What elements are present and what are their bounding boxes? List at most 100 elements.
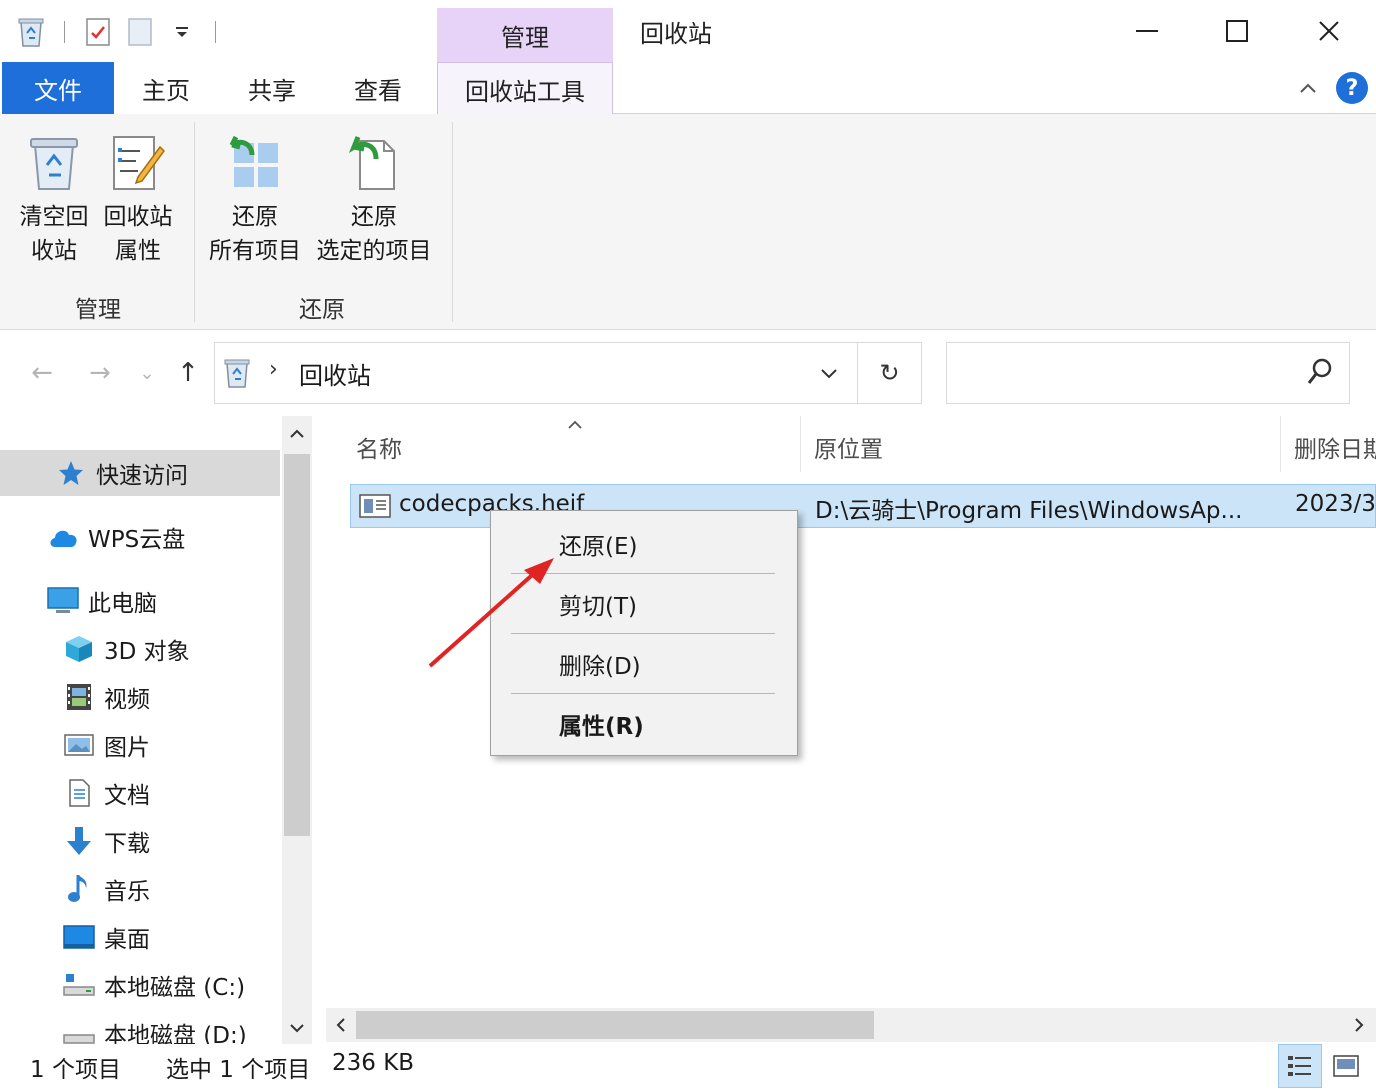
cloud-icon <box>46 520 80 554</box>
empty-recycle-bin-label-1: 清空回 <box>19 204 89 230</box>
file-list-horizontal-scrollbar[interactable] <box>326 1008 1376 1042</box>
new-folder-icon[interactable] <box>123 14 157 50</box>
large-icons-view-button[interactable] <box>1324 1044 1368 1088</box>
nav-item-videos[interactable]: 视频 <box>0 674 280 720</box>
empty-recycle-bin-button[interactable]: 清空回 收站 <box>14 128 94 268</box>
chevron-up-icon <box>1300 83 1316 93</box>
restore-selected-label-1: 还原 <box>351 204 397 230</box>
details-view-button[interactable] <box>1278 1044 1322 1088</box>
chevron-down-icon <box>290 1024 304 1033</box>
nav-item-pictures[interactable]: 图片 <box>0 722 280 768</box>
tab-share[interactable]: 共享 <box>220 62 324 114</box>
star-icon <box>54 456 88 490</box>
nav-item-music[interactable]: 音乐 <box>0 866 280 912</box>
ribbon-group-manage-label: 管理 <box>75 297 121 323</box>
tab-view[interactable]: 查看 <box>326 62 430 114</box>
nav-item-downloads[interactable]: 下载 <box>0 818 280 864</box>
context-tab-header-manage: 管理 <box>437 8 613 62</box>
nav-item-label: 桌面 <box>104 927 150 953</box>
nav-item-label: 3D 对象 <box>104 639 190 665</box>
navigation-pane: 快速访问 WPS云盘 此电脑 3D 对象 视频 图片 文档 下载 音乐 桌面 本… <box>0 416 314 1046</box>
restore-selected-label-2: 选定的项目 <box>316 238 432 264</box>
nav-item-label: 文档 <box>104 783 150 809</box>
scroll-thumb[interactable] <box>284 454 310 836</box>
cube-3d-icon <box>62 632 96 666</box>
search-input[interactable] <box>946 342 1350 404</box>
refresh-button[interactable]: ↻ <box>858 342 922 404</box>
nav-item-3d-objects[interactable]: 3D 对象 <box>0 626 280 672</box>
scroll-left-button[interactable] <box>326 1008 356 1042</box>
file-original-location: D:\云骑士\Program Files\WindowsAp... <box>815 498 1243 524</box>
address-dropdown-button[interactable] <box>800 342 858 404</box>
tab-recycle-bin-tools[interactable]: 回收站工具 <box>437 62 613 115</box>
status-selected-size: 236 KB <box>332 1050 415 1076</box>
nav-item-label: 本地磁盘 (D:) <box>104 1023 247 1046</box>
recycle-bin-properties-button[interactable]: 回收站 属性 <box>98 128 178 268</box>
nav-item-quick-access[interactable]: 快速访问 <box>0 450 280 496</box>
up-button[interactable]: ↑ <box>168 350 208 396</box>
column-original-location[interactable]: 原位置 <box>814 430 883 464</box>
tab-home[interactable]: 主页 <box>114 62 218 114</box>
properties-check-icon[interactable] <box>81 14 115 50</box>
column-separator[interactable] <box>800 416 801 472</box>
restore-all-label-1: 还原 <box>232 204 278 230</box>
status-bar: 1 个项目 选中 1 个项目 236 KB <box>0 1044 1376 1090</box>
column-name[interactable]: 名称 <box>356 430 402 464</box>
restore-all-icon <box>204 128 306 198</box>
ribbon-group-restore-label: 还原 <box>299 297 345 323</box>
recycle-bin-icon <box>14 128 94 198</box>
nav-item-desktop[interactable]: 桌面 <box>0 914 280 960</box>
nav-item-local-disk-d[interactable]: 本地磁盘 (D:) <box>0 1010 280 1046</box>
tab-file[interactable]: 文件 <box>2 62 114 114</box>
scroll-right-button[interactable] <box>1344 1008 1374 1042</box>
address-bar[interactable]: › 回收站 <box>214 342 858 404</box>
chevron-right-icon <box>1355 1018 1364 1032</box>
breadcrumb-recycle-bin[interactable]: 回收站 <box>299 356 371 391</box>
minimize-button[interactable] <box>1102 0 1192 62</box>
nav-item-documents[interactable]: 文档 <box>0 770 280 816</box>
computer-icon <box>46 584 80 618</box>
minimize-icon <box>1136 30 1158 32</box>
ribbon-group-separator <box>452 122 453 322</box>
scroll-up-button[interactable] <box>282 416 312 452</box>
qat-separator <box>215 21 216 43</box>
maximize-button[interactable] <box>1192 0 1282 62</box>
large-icons-view-icon <box>1333 1055 1359 1077</box>
close-button[interactable] <box>1284 0 1374 62</box>
nav-item-wps-cloud[interactable]: WPS云盘 <box>0 514 280 560</box>
back-button[interactable]: ← <box>22 350 62 396</box>
annotation-arrow-icon <box>420 550 560 678</box>
nav-item-local-disk-c[interactable]: 本地磁盘 (C:) <box>0 962 280 1008</box>
desktop-icon <box>62 920 96 954</box>
breadcrumb-chevron-icon[interactable]: › <box>269 357 278 382</box>
forward-button[interactable]: → <box>80 350 120 396</box>
column-date-deleted[interactable]: 删除日期 <box>1294 430 1376 464</box>
navigation-pane-scrollbar[interactable] <box>282 416 312 1046</box>
chevron-up-icon <box>290 429 304 438</box>
help-icon: ? <box>1336 72 1368 104</box>
nav-item-label: 快速访问 <box>96 463 188 489</box>
ribbon-group-separator <box>194 122 195 322</box>
document-icon <box>62 776 96 810</box>
properties-pencil-icon <box>98 128 178 198</box>
help-button[interactable]: ? <box>1332 62 1372 114</box>
menu-item-properties[interactable]: 属性(R) <box>491 696 797 752</box>
heif-file-icon <box>359 493 391 523</box>
drive-icon <box>62 1016 96 1046</box>
scroll-down-button[interactable] <box>282 1010 312 1046</box>
qat-customize-dropdown-icon[interactable] <box>165 14 199 50</box>
empty-recycle-bin-label-2: 收站 <box>31 238 77 264</box>
nav-item-label: 此电脑 <box>88 591 157 617</box>
picture-icon <box>62 728 96 762</box>
nav-item-this-pc[interactable]: 此电脑 <box>0 578 280 624</box>
chevron-down-icon <box>821 369 837 379</box>
recycle-bin-icon[interactable] <box>14 14 48 50</box>
restore-selected-items-button[interactable]: 还原 选定的项目 <box>312 128 436 268</box>
sort-ascending-icon <box>566 416 584 435</box>
recent-locations-button[interactable]: ⌄ <box>134 350 160 396</box>
ribbon: 清空回 收站 回收站 属性 还原 所有项目 还原 选定的项目 管理 还原 <box>0 114 1376 330</box>
column-separator[interactable] <box>1280 416 1281 472</box>
collapse-ribbon-button[interactable] <box>1288 62 1328 114</box>
restore-all-items-button[interactable]: 还原 所有项目 <box>204 128 306 268</box>
scroll-thumb[interactable] <box>356 1011 874 1039</box>
